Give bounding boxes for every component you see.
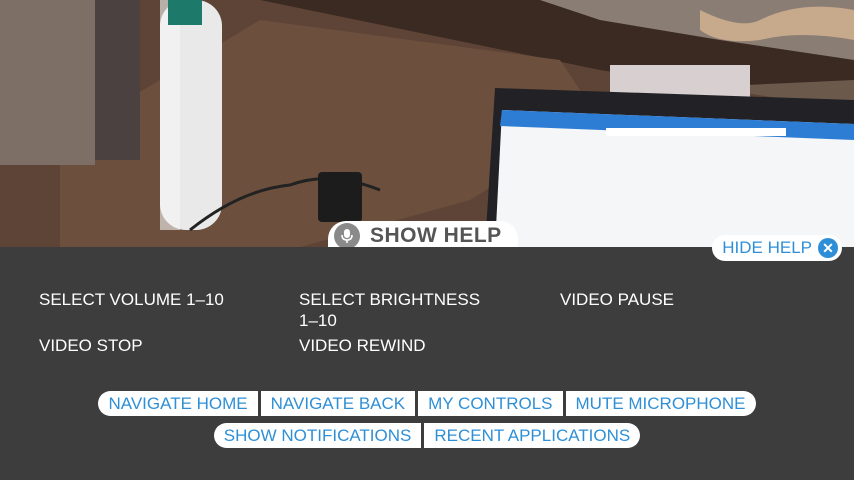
mute-microphone-button[interactable]: MUTE MICROPHONE [565,391,756,416]
command-select-volume: SELECT VOLUME 1–10 [39,290,224,309]
nav-buttons-row-2: SHOW NOTIFICATIONS RECENT APPLICATIONS [0,423,854,448]
command-video-stop: VIDEO STOP [39,336,143,355]
navigate-back-button[interactable]: NAVIGATE BACK [260,391,416,416]
microphone-icon [334,223,360,249]
command-select-brightness: SELECT BRIGHTNESS 1–10 [299,290,481,330]
close-icon[interactable]: ✕ [818,238,838,258]
command-video-rewind: VIDEO REWIND [299,336,426,355]
command-video-pause: VIDEO PAUSE [560,290,674,309]
recent-applications-button[interactable]: RECENT APPLICATIONS [424,423,641,448]
hide-help-button[interactable]: HIDE HELP ✕ [712,235,842,261]
camera-feed [0,0,854,247]
navigate-home-button[interactable]: NAVIGATE HOME [98,391,258,416]
show-help-label: SHOW HELP [370,224,502,247]
nav-buttons-row-1: NAVIGATE HOME NAVIGATE BACK MY CONTROLS … [0,391,854,416]
my-controls-button[interactable]: MY CONTROLS [418,391,563,416]
hide-help-label: HIDE HELP [722,238,812,257]
show-notifications-button[interactable]: SHOW NOTIFICATIONS [213,423,422,448]
